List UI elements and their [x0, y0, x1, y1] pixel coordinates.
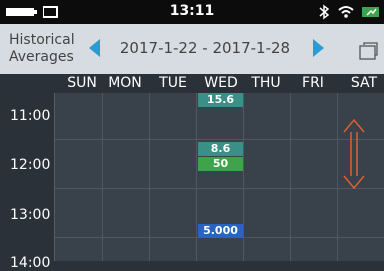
wifi-icon [338, 6, 354, 18]
day-thu: THU [251, 75, 281, 91]
status-bar: 13:11 [0, 0, 384, 24]
grid-column-divider [149, 93, 150, 261]
page-title: Historical Averages [9, 32, 79, 66]
header-bar: Historical Averages 2017-1-22 - 2017-1-2… [0, 24, 384, 74]
time-label: 11:00 [10, 108, 51, 124]
grid-column-divider [102, 93, 103, 261]
page-title-line2: Averages [9, 49, 74, 65]
charging-battery-icon [362, 7, 379, 17]
grid-row-divider [55, 188, 384, 189]
grid-column-divider [196, 93, 197, 261]
day-tue: TUE [159, 75, 187, 91]
grid-column-divider [243, 93, 244, 261]
day-sat: SAT [350, 75, 378, 91]
next-arrow-icon[interactable] [313, 39, 324, 57]
bluetooth-icon [319, 4, 330, 20]
day-sun: SUN [67, 75, 97, 91]
event-block[interactable]: 15.6 [198, 93, 243, 107]
day-fri: FRI [302, 75, 324, 91]
date-range: 2017-1-22 - 2017-1-28 [119, 39, 291, 57]
event-block[interactable]: 5.000 [198, 224, 243, 238]
day-wed: WED [204, 75, 238, 91]
grid-column-divider [337, 93, 338, 261]
event-block[interactable]: 50 [198, 157, 243, 171]
weekday-header: SUN MON TUE WED THU FRI SAT [0, 74, 384, 93]
day-mon: MON [108, 75, 142, 91]
time-label: 12:00 [10, 157, 51, 173]
time-label: 13:00 [10, 207, 51, 223]
page-title-line1: Historical [9, 32, 75, 48]
prev-arrow-icon[interactable] [89, 39, 100, 57]
drag-handle-icon[interactable] [343, 118, 365, 190]
time-label: 14:00 [10, 255, 51, 271]
event-block[interactable]: 8.6 [198, 142, 243, 156]
grid-row-divider [55, 139, 384, 140]
grid-column-divider [290, 93, 291, 261]
resize-icon[interactable] [359, 42, 379, 60]
